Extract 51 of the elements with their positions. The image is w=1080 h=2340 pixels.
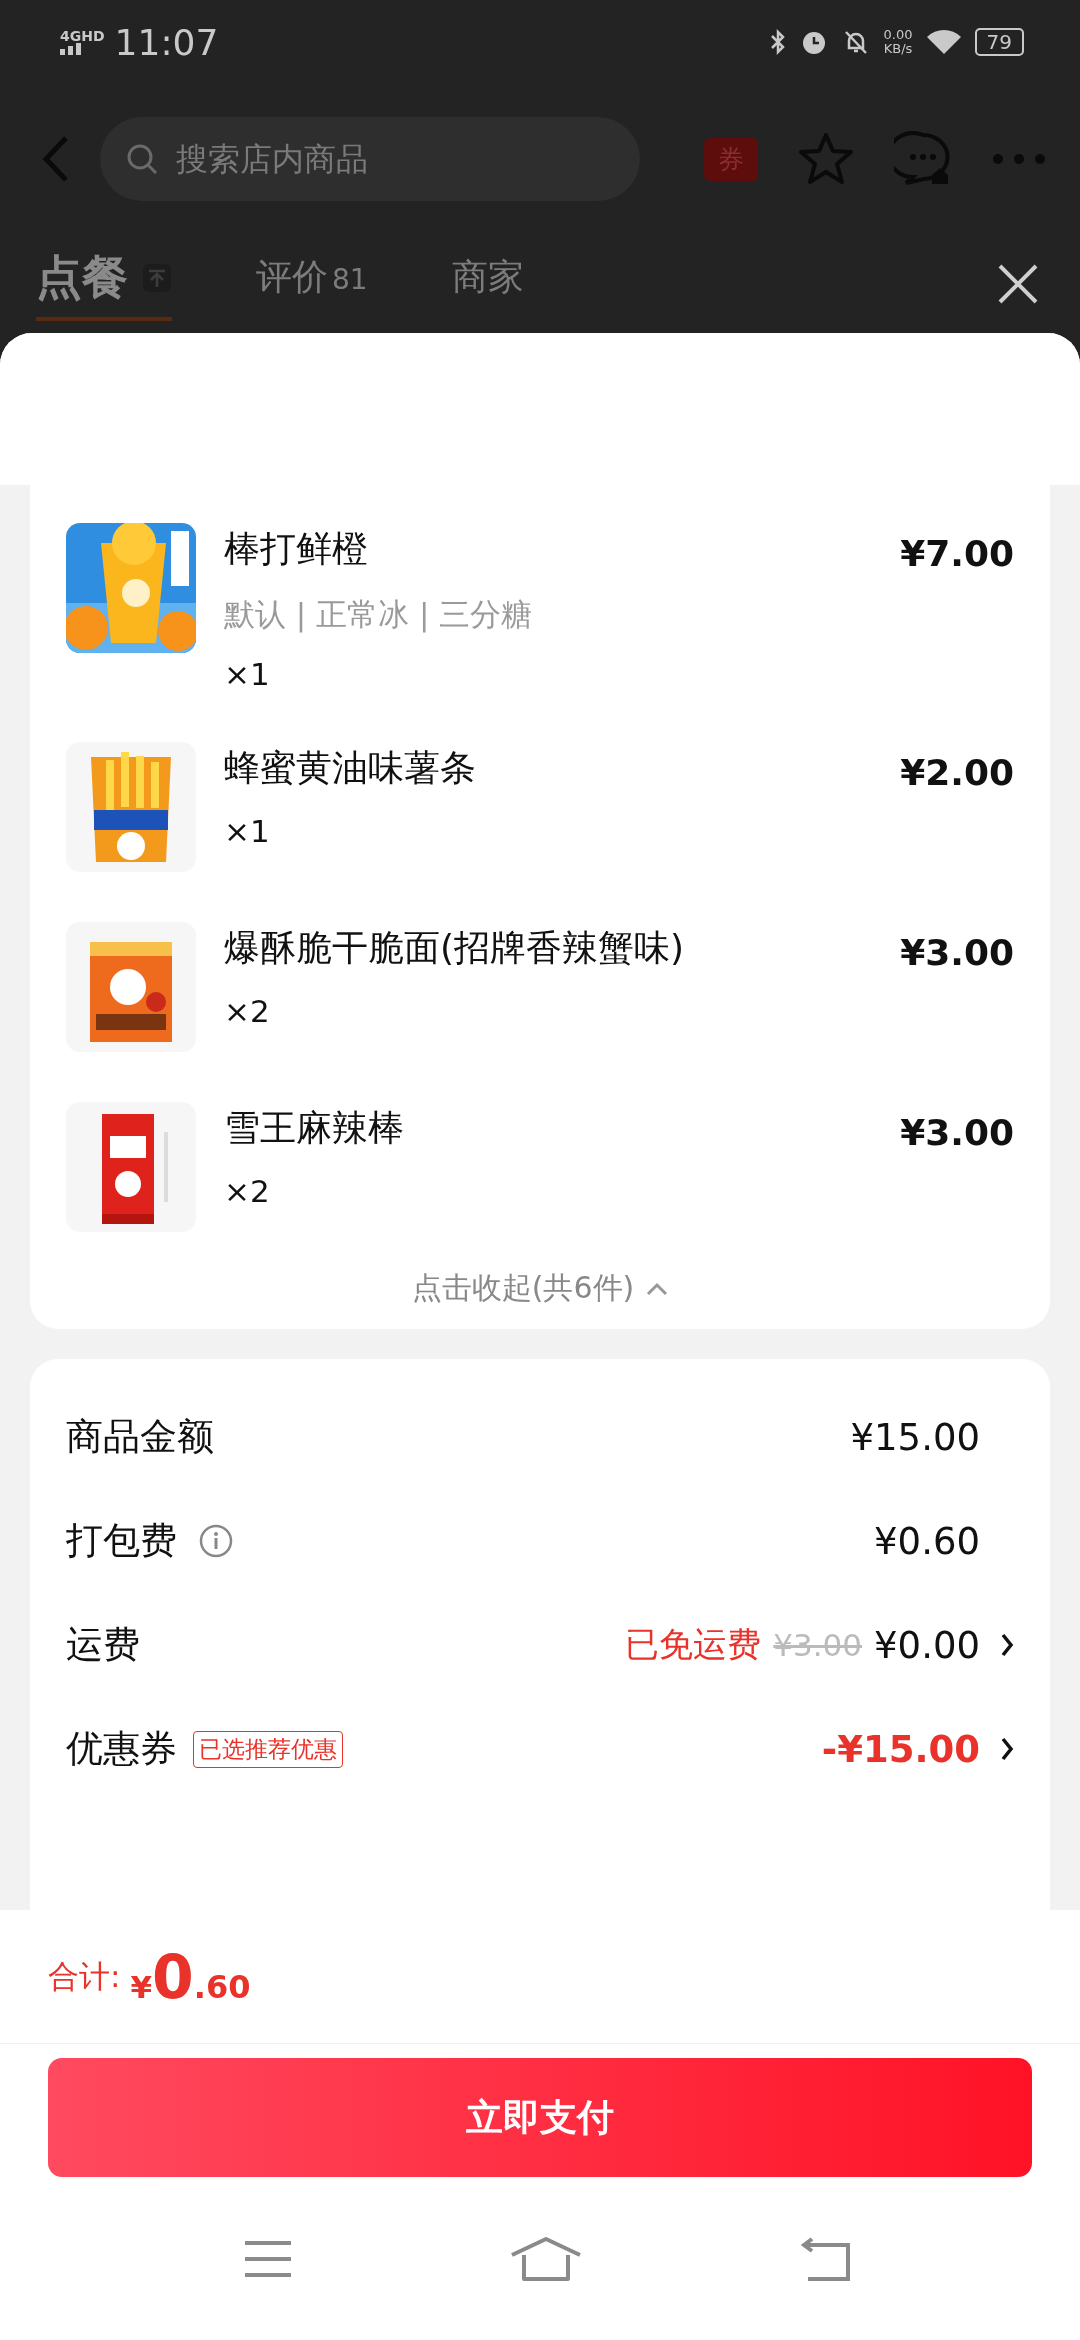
price: ¥3.00 <box>900 1111 1014 1153</box>
caret-up-icon <box>646 1281 669 1296</box>
coupon-tag: 已选推荐优惠 <box>193 1730 343 1768</box>
product-name: 蜂蜜黄油味薯条 <box>224 746 477 790</box>
bluetooth-icon <box>769 28 786 56</box>
price: ¥2.00 <box>900 751 1014 793</box>
fee-value: ¥15.00 <box>850 1415 980 1459</box>
fee-label: 运费 <box>66 1622 140 1668</box>
star-icon[interactable] <box>798 132 854 186</box>
search-icon <box>126 143 158 175</box>
product-name: 爆酥脆干脆面(招牌香辣蟹味) <box>224 926 686 970</box>
price: ¥3.00 <box>900 931 1014 973</box>
chevron-icon[interactable] <box>1000 1736 1014 1762</box>
menu-icon[interactable] <box>243 2238 293 2279</box>
search-field[interactable]: 搜索店内商品 <box>100 117 640 201</box>
collapse-link[interactable]: 点击收起(共6件) <box>411 1268 669 1309</box>
product-options: 默认 | 正常冰 | 三分糖 <box>224 594 873 636</box>
back-icon[interactable] <box>798 2236 852 2281</box>
back-icon <box>40 134 70 184</box>
collapse-icon <box>142 262 172 293</box>
original-price: ¥3.00 <box>773 1627 863 1663</box>
tab[interactable]: 评价 81 <box>256 253 368 314</box>
price: ¥7.00 <box>900 532 1014 574</box>
free-shipping-note: 已免运费 <box>625 1623 762 1666</box>
fee-value: ¥0.00 <box>874 1623 980 1667</box>
tab[interactable]: 点餐 <box>36 246 172 321</box>
fee-label: 商品金额 <box>66 1414 214 1460</box>
fee-value: -¥15.00 <box>821 1727 980 1771</box>
quantity: ×1 <box>224 813 271 849</box>
fee-label: 打包费 <box>66 1518 177 1564</box>
total-label: 合计: <box>48 1956 121 1996</box>
quantity: ×2 <box>224 993 271 1029</box>
fee-value: ¥0.60 <box>874 1519 980 1563</box>
total-amount: ¥0.60 <box>129 1941 251 2012</box>
wifi-icon <box>926 29 961 55</box>
pay-button[interactable]: 立即支付 <box>48 2058 1032 2177</box>
network-label: 4GHD <box>60 29 105 43</box>
network-speed: 0.00 <box>883 28 913 42</box>
signal-icon <box>60 43 84 55</box>
info-icon <box>199 1524 233 1558</box>
clock-time: 11:07 <box>114 21 219 63</box>
quantity: ×2 <box>224 1173 271 1209</box>
tab[interactable]: 商家 <box>451 253 524 314</box>
product-name: 雪王麻辣棒 <box>224 1106 405 1150</box>
quantity: ×1 <box>224 656 271 692</box>
home-icon[interactable] <box>509 2236 582 2281</box>
chevron-icon[interactable] <box>1000 1632 1014 1658</box>
product-name: 棒打鲜橙 <box>224 527 369 571</box>
fee-label: 优惠券 <box>66 1726 177 1772</box>
speed-unit: KB/s <box>883 42 913 56</box>
battery-icon: 79 <box>974 28 1024 56</box>
